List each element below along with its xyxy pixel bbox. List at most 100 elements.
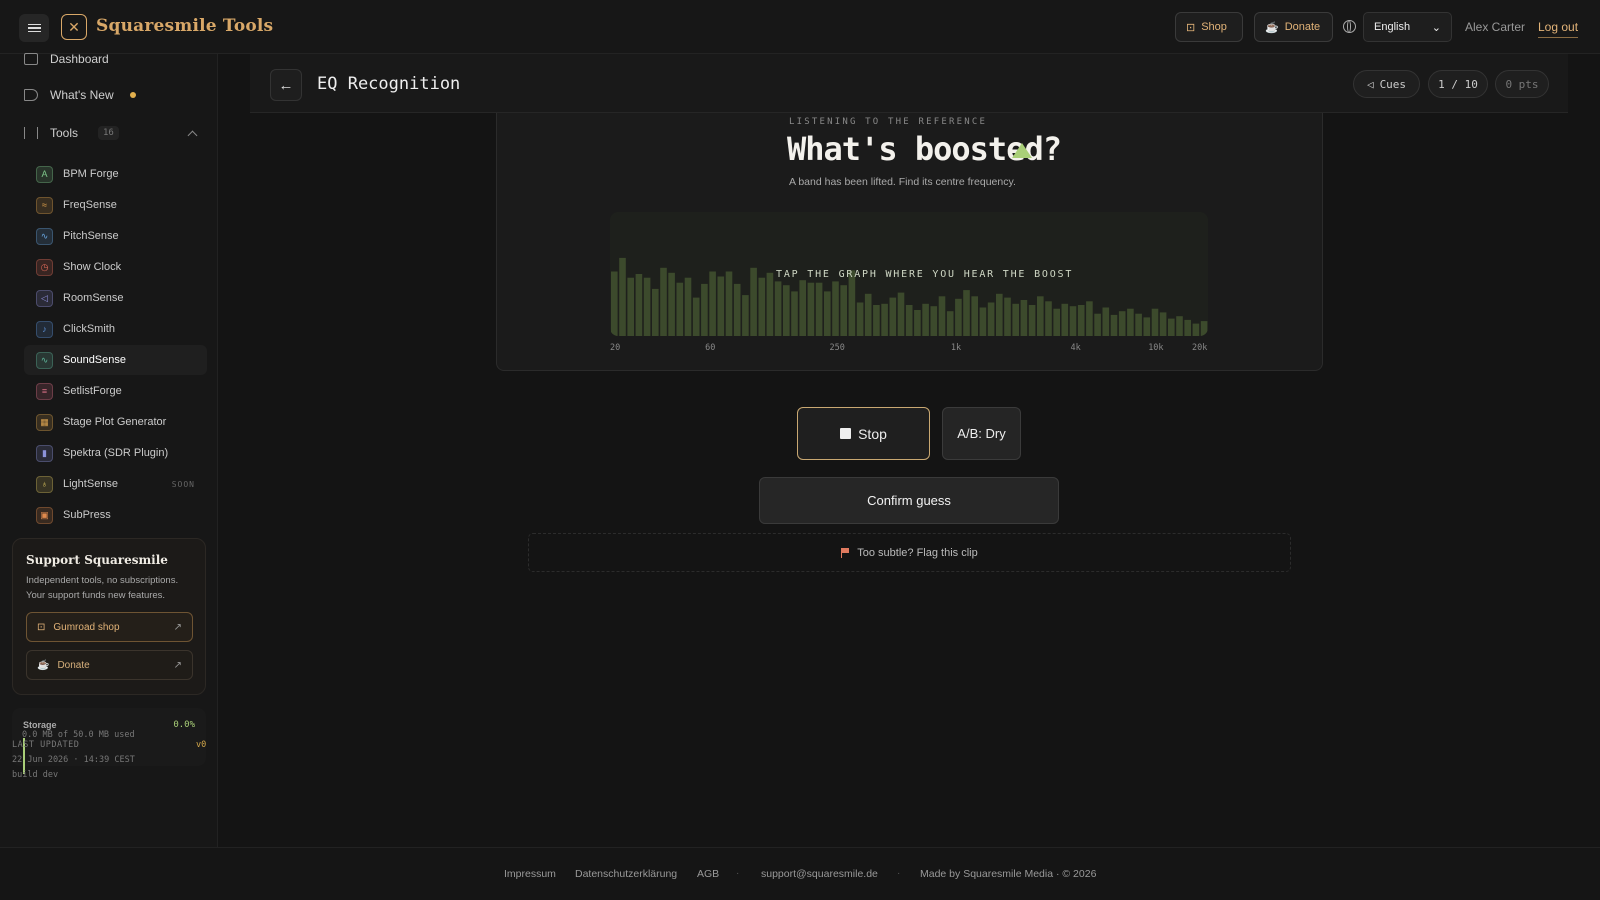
sidebar-item-label: RoomSense <box>63 292 124 304</box>
sidebar-item-bpm-forge[interactable]: A BPM Forge <box>24 159 207 189</box>
confirm-guess-button[interactable]: Confirm guess <box>759 477 1059 524</box>
spectrum-bar <box>848 270 856 336</box>
sidebar-item-soundsense[interactable]: ∿ SoundSense <box>24 345 207 375</box>
sidebar-item-lightsense[interactable]: ♁ LightSense SOON <box>24 469 207 499</box>
speaker-icon: ◁ <box>1366 77 1374 91</box>
donate-button[interactable]: ☕ Donate <box>1254 12 1333 42</box>
spectrum-bar <box>971 296 978 336</box>
user-name: Alex Carter <box>1465 20 1526 34</box>
spectrum-bar <box>963 290 970 336</box>
spectrum-bar <box>619 257 626 336</box>
sidebar-item-label: SubPress <box>63 509 111 521</box>
spectrum-bar <box>1143 317 1151 336</box>
wave-icon: ≈ <box>36 196 53 214</box>
pulse-icon: ∿ <box>36 227 53 245</box>
shop-label: Shop <box>1201 21 1227 33</box>
sidebar-item-show-clock[interactable]: ◷ Show Clock <box>24 252 207 282</box>
clock-icon: ◷ <box>36 258 53 276</box>
brand-name[interactable]: Squaresmile Tools <box>96 16 273 36</box>
cues-toggle[interactable]: ◁ Cues <box>1353 70 1420 98</box>
spectrum-bar <box>611 271 618 336</box>
language-value: English <box>1374 21 1411 33</box>
page-title: EQ Recognition <box>317 74 461 94</box>
spectrum-bar <box>1045 301 1052 336</box>
support-email-link[interactable]: support@squaresmile.de <box>761 868 878 880</box>
ab-toggle-button[interactable]: A/B: Dry <box>942 407 1021 460</box>
spectrum-bar <box>815 282 823 336</box>
chevron-down-icon: ⌄ <box>1431 21 1441 34</box>
impressum-link[interactable]: Impressum <box>504 868 556 880</box>
spectrum-bar <box>676 282 684 336</box>
cup-icon: ☕ <box>1265 21 1279 34</box>
sidebar-item-label: ClickSmith <box>63 323 115 335</box>
spectrum-bar <box>905 305 913 336</box>
frequency-tick-label: 20 <box>610 343 621 353</box>
external-link-icon: ↗ <box>173 659 182 671</box>
flag-icon <box>841 547 850 558</box>
support-text: Independent tools, no subscriptions. You… <box>26 575 179 601</box>
sidebar-item-setlistforge[interactable]: ≡ SetlistForge <box>24 376 207 406</box>
spectrum-bar <box>955 298 962 336</box>
frequency-tick-label: 250 <box>829 343 845 353</box>
x-logo-icon[interactable]: ✕ <box>61 14 87 40</box>
spectrum-bar <box>774 281 782 336</box>
sidebar-item-label: Spektra (SDR Plugin) <box>63 447 169 459</box>
agb-link[interactable]: AGB <box>697 868 719 880</box>
globe-icon <box>1343 20 1356 33</box>
sidebar-item-subpress[interactable]: ▣ SubPress <box>24 500 207 530</box>
flag-clip-button[interactable]: Too subtle? Flag this clip <box>528 533 1291 572</box>
logout-link[interactable]: Log out <box>1538 20 1579 38</box>
spectrum-bar <box>824 291 831 336</box>
spectrum-bar <box>832 281 839 336</box>
stop-button[interactable]: Stop <box>797 407 930 460</box>
spectrum-bar <box>1118 311 1126 336</box>
shop-button[interactable]: ⊡ Shop <box>1175 12 1243 42</box>
arrow-left-icon: ← <box>278 76 294 94</box>
external-link-icon: ↗ <box>173 621 182 633</box>
spectrum-bar <box>791 291 798 336</box>
sidebar-item-clicksmith[interactable]: ♪ ClickSmith <box>24 314 207 344</box>
spectrum-bar <box>987 302 995 336</box>
sidebar-item-pitchsense[interactable]: ∿ PitchSense <box>24 221 207 251</box>
spectrum-bar <box>840 285 847 336</box>
spectrum-bar <box>1192 323 1200 336</box>
stop-icon <box>840 428 852 439</box>
spectrum-bar <box>758 277 766 336</box>
tools-count-badge: 16 <box>98 126 119 140</box>
sidebar-item-stage-plot-generator[interactable]: ▦ Stage Plot Generator <box>24 407 207 437</box>
sidebar-item-label: BPM Forge <box>63 168 119 180</box>
sidebar-item-dashboard[interactable]: Dashboard <box>24 52 109 66</box>
spectrum-bar <box>946 311 954 336</box>
spectrum-bar <box>979 307 987 336</box>
new-indicator-dot <box>129 92 136 98</box>
gumroad-shop-button[interactable]: ⊡ Gumroad shop ↗ <box>26 612 193 642</box>
spectrum-bar <box>1020 300 1028 336</box>
spectrum-bar <box>1069 306 1077 336</box>
spectrum-bar <box>1086 301 1093 336</box>
frequency-tick-label: 4k <box>1070 343 1081 353</box>
sidebar-item-roomsense[interactable]: ◁ RoomSense <box>24 283 207 313</box>
hamburger-menu-button[interactable] <box>19 14 49 42</box>
squares-icon: ▣ <box>36 506 53 524</box>
sidebar-item-freqsense[interactable]: ≈ FreqSense <box>24 190 207 220</box>
stop-label: Stop <box>858 425 887 442</box>
tools-section-header[interactable]: Tools 16 <box>24 126 198 140</box>
sliders-icon <box>24 127 38 139</box>
spectrum-bar <box>807 282 815 336</box>
spectrum-bar <box>660 267 667 336</box>
back-arrow-button[interactable]: ← <box>270 69 302 101</box>
question-subtitle: A band has been lifted. Find its centre … <box>789 176 1016 188</box>
spectrum-bar <box>668 272 675 336</box>
sidebar-item-spektra-sdr-plugin[interactable]: ▮ Spektra (SDR Plugin) <box>24 438 207 468</box>
spectrum-bar <box>684 277 692 336</box>
spectrum-bar <box>725 271 733 336</box>
sidebar-item-whats-new[interactable]: What's New <box>24 88 136 102</box>
top-bar: ✕ Squaresmile Tools ⊡ Shop ☕ Donate Engl… <box>0 0 1600 54</box>
privacy-link[interactable]: Datenschutzerklärung <box>575 868 677 880</box>
graph-hint: TAP THE GRAPH WHERE YOU HEAR THE BOOST <box>776 269 1074 280</box>
spectrum-bar <box>881 303 888 336</box>
spectrum-bar <box>1012 303 1019 336</box>
made-by-text: Made by Squaresmile Media · © 2026 <box>920 868 1097 880</box>
language-select[interactable]: English ⌄ <box>1363 12 1452 42</box>
support-donate-button[interactable]: ☕ Donate ↗ <box>26 650 193 680</box>
